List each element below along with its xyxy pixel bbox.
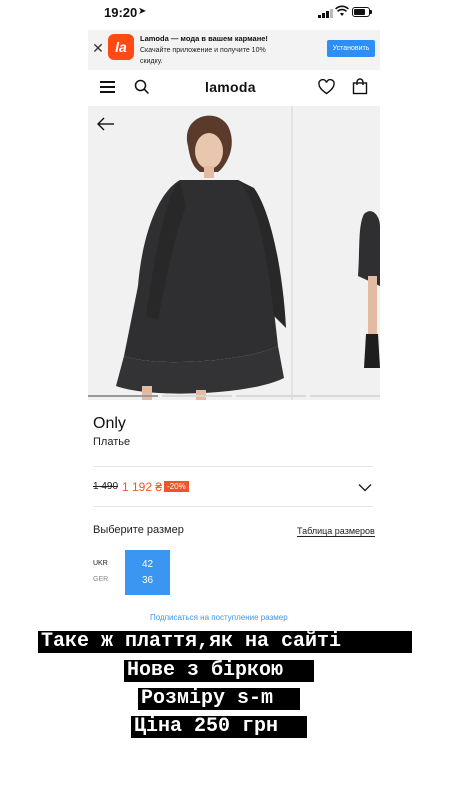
cellular-signal-icon xyxy=(318,8,334,18)
gallery-segment xyxy=(236,395,306,397)
search-icon[interactable] xyxy=(134,79,150,95)
product-photo xyxy=(88,106,380,400)
divider xyxy=(93,506,373,507)
overlay-caption-line: Ціна 250 грн xyxy=(131,716,307,738)
gallery-segment xyxy=(162,395,232,397)
product-brand[interactable]: Only xyxy=(93,415,126,433)
gallery-segment xyxy=(310,395,380,397)
app-install-banner: ✕ la Lamoda — мода в вашем кармане! Скач… xyxy=(88,30,380,70)
product-type: Платье xyxy=(93,436,131,448)
banner-subtitle: Скачайте приложение и получите 10% скидк… xyxy=(140,47,266,65)
discount-badge: -20% xyxy=(164,481,189,492)
divider xyxy=(93,466,373,467)
size-ger-value: 36 xyxy=(141,575,154,586)
battery-icon xyxy=(352,7,372,17)
back-arrow-icon[interactable] xyxy=(97,117,115,131)
current-price: 1 192 ₴ xyxy=(122,480,163,494)
gallery-progress-indicator xyxy=(88,395,380,397)
chevron-down-icon[interactable] xyxy=(358,483,372,492)
location-arrow-icon: ➤ xyxy=(138,6,147,17)
size-ukr-value: 42 xyxy=(141,559,154,570)
overlay-caption-line: Нове з біркою xyxy=(124,660,314,682)
size-option-42[interactable]: 42 36 xyxy=(125,550,170,595)
gallery-segment xyxy=(88,395,158,397)
overlay-caption-line: Розміру s-m xyxy=(138,688,300,710)
lamoda-app-logo: la xyxy=(108,34,134,60)
size-label-ger: GER xyxy=(93,576,109,583)
shopping-bag-icon[interactable] xyxy=(352,78,368,95)
subscribe-size-link[interactable]: Подписаться на поступление размер xyxy=(150,613,288,622)
size-table-link[interactable]: Таблица размеров xyxy=(297,526,375,537)
menu-icon[interactable] xyxy=(100,81,115,93)
close-icon[interactable]: ✕ xyxy=(92,40,104,57)
status-time: 19:20 xyxy=(104,5,138,20)
old-price: 1 490 xyxy=(93,481,119,492)
banner-title: Lamoda — мода в вашем кармане! xyxy=(140,34,268,43)
overlay-caption-line: Таке ж плаття,як на сайті xyxy=(38,631,412,653)
lamoda-logo[interactable]: lamoda xyxy=(205,79,256,95)
size-label-ukr: UKR xyxy=(93,560,108,567)
status-bar: 19:20 ➤ xyxy=(0,0,450,26)
wifi-icon xyxy=(335,5,349,16)
site-header: lamoda xyxy=(88,70,380,106)
product-image-gallery[interactable] xyxy=(88,106,380,400)
heart-icon[interactable] xyxy=(318,79,335,95)
size-heading: Выберите размер xyxy=(93,524,184,536)
install-button[interactable]: Установить xyxy=(327,40,375,57)
